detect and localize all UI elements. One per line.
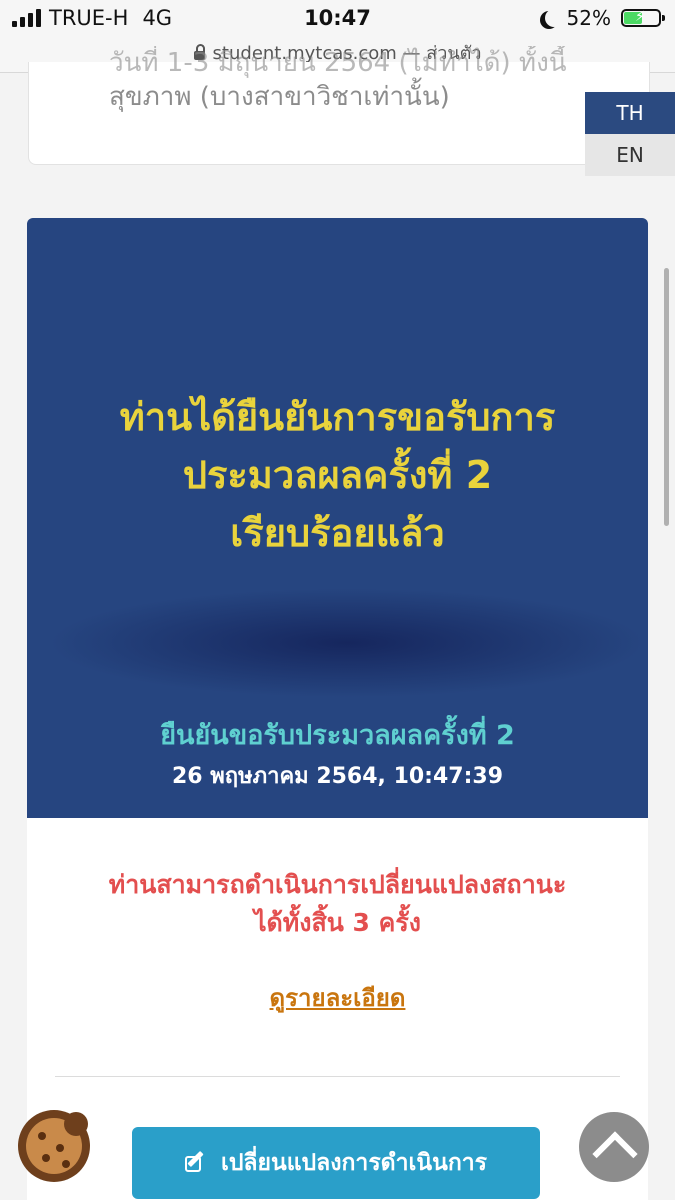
status-change-card: ท่านสามารถดำเนินการเปลี่ยนแปลงสถานะ ได้ท…: [27, 818, 648, 1200]
battery-percent: 52%: [566, 6, 611, 30]
language-switcher: TH EN: [585, 92, 675, 176]
previous-info-line-1: วันที่ 1-3 มิถุนายน 2564 (ไม่ทำได้) ทั้ง…: [109, 48, 567, 78]
confirmation-datetime: 26 พฤษภาคม 2564, 10:47:39: [171, 764, 504, 789]
change-action-button[interactable]: เปลี่ยนแปลงการดำเนินการ: [132, 1127, 540, 1199]
previous-info-line-2: สุขภาพ (บางสาขาวิชาเท่านั้น): [109, 82, 450, 112]
confirmation-title-line-3: เรียบร้อยแล้ว: [230, 511, 445, 555]
charging-icon: ⚡: [635, 9, 645, 25]
moon-icon: [545, 9, 563, 27]
language-en-button[interactable]: EN: [585, 134, 675, 176]
divider: [55, 1076, 620, 1077]
confirmation-label: ยืนยันขอรับประมวลผลครั้งที่ 2: [160, 720, 515, 751]
remaining-changes-line-1: ท่านสามารถดำเนินการเปลี่ยนแปลงสถานะ: [108, 870, 567, 899]
status-right: 52% ⚡: [539, 6, 665, 30]
redacted-area: [47, 588, 647, 698]
remaining-changes-text: ท่านสามารถดำเนินการเปลี่ยนแปลงสถานะ ได้ท…: [27, 866, 648, 942]
cookie-icon[interactable]: [18, 1110, 90, 1182]
confirmation-card: ท่านได้ยืนยันการขอรับการ ประมวลผลครั้งที…: [27, 218, 648, 818]
confirmation-title-line-1: ท่านได้ยืนยันการขอรับการ: [119, 395, 556, 439]
language-th-button[interactable]: TH: [585, 92, 675, 134]
edit-icon: [184, 1150, 207, 1174]
change-action-label: เปลี่ยนแปลงการดำเนินการ: [220, 1150, 488, 1176]
page-scrollbar[interactable]: [664, 268, 669, 526]
battery-icon: ⚡: [621, 9, 665, 27]
previous-info-card: วันที่ 1-3 มิถุนายน 2564 (ไม่ทำได้) ทั้ง…: [28, 48, 650, 165]
view-details-link[interactable]: ดูรายละเอียด: [27, 978, 648, 1017]
scroll-to-top-button[interactable]: [579, 1112, 649, 1182]
remaining-changes-line-2: ได้ทั้งสิ้น 3 ครั้ง: [253, 908, 421, 937]
confirmation-title: ท่านได้ยืนยันการขอรับการ ประมวลผลครั้งที…: [27, 388, 648, 562]
confirmation-title-line-2: ประมวลผลครั้งที่ 2: [182, 453, 493, 497]
previous-info-text: วันที่ 1-3 มิถุนายน 2564 (ไม่ทำได้) ทั้ง…: [109, 48, 567, 114]
chevron-up-icon: [592, 1131, 638, 1177]
